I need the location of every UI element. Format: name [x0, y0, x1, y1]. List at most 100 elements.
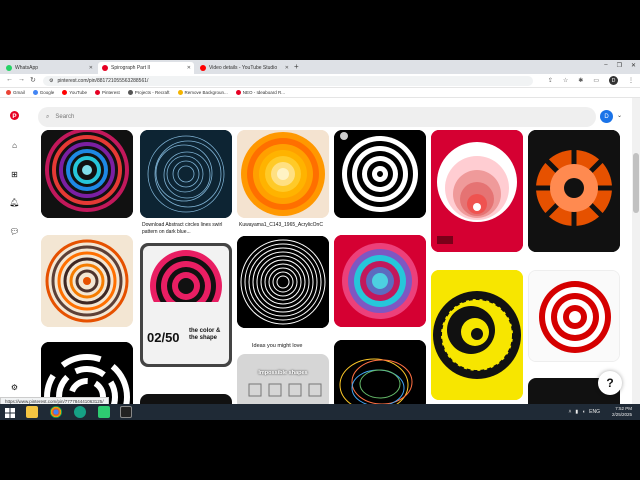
create-icon[interactable]: ⊞ — [10, 170, 19, 179]
bookmark-label: Google — [39, 90, 55, 95]
pin-image — [140, 130, 232, 218]
help-button[interactable]: ? — [598, 371, 622, 395]
network-icon[interactable]: ▮ — [575, 409, 578, 415]
messages-icon[interactable]: 💬︎ — [9, 227, 19, 236]
forward-icon[interactable]: → — [18, 76, 25, 83]
pin-card[interactable] — [431, 270, 523, 400]
poster-title: the color & the shape — [189, 328, 221, 341]
pin-image — [237, 236, 329, 328]
share-icon[interactable]: ⇪ — [548, 77, 553, 84]
pinterest-logo-icon[interactable]: P — [10, 111, 19, 120]
pin-card[interactable] — [431, 130, 523, 252]
recraft-icon — [127, 90, 133, 95]
extensions-icon[interactable]: ✱ — [578, 77, 583, 84]
new-tab-button[interactable]: + — [294, 62, 299, 71]
removebg-icon — [177, 90, 183, 95]
user-avatar[interactable]: D — [600, 110, 613, 123]
maximize-icon[interactable]: ❐ — [617, 62, 622, 69]
pin-caption[interactable]: Download Abstract circles lines swirl pa… — [142, 222, 234, 236]
bookmark-neo[interactable]: NEO - Ideaboard R... — [235, 90, 286, 95]
pin-image — [237, 130, 329, 218]
search-placeholder: Search — [55, 114, 75, 120]
bookmark-label: YouTube — [69, 90, 87, 95]
language-indicator[interactable]: ENG — [589, 409, 600, 415]
scrollbar-thumb[interactable] — [633, 153, 639, 213]
clock[interactable]: 7:52 PM 2/25/2025 — [612, 406, 632, 418]
pinterest-icon — [235, 90, 241, 95]
pin-card[interactable] — [140, 130, 232, 218]
pinterest-sidebar: P ⌂ ⊞ 🔔︎ 💬︎ ⚙ — [0, 98, 30, 410]
windows-start-icon[interactable] — [4, 406, 16, 418]
pin-card[interactable] — [237, 130, 329, 218]
pin-image — [41, 235, 133, 327]
pin-card[interactable] — [334, 130, 426, 218]
close-icon[interactable]: ✕ — [187, 65, 191, 71]
bookmark-google[interactable]: Google — [32, 90, 55, 95]
tab-spirograph[interactable]: Spirograph Part II ✕ — [98, 62, 194, 74]
bookmark-remove-bg[interactable]: Remove Backgroun... — [177, 90, 228, 95]
profile-avatar[interactable]: D — [609, 76, 618, 85]
app-icon[interactable] — [98, 406, 110, 418]
pin-caption[interactable]: Kuwayama1_C143_1965_AcrylicOnC — [239, 222, 334, 229]
window-controls: – ❐ ✕ — [604, 62, 636, 69]
capcut-icon[interactable] — [120, 406, 132, 418]
site-info-icon[interactable]: ⚙ — [49, 78, 53, 84]
volume-icon[interactable]: ◖ — [582, 409, 585, 415]
home-icon[interactable]: ⌂ — [10, 141, 19, 150]
close-icon[interactable]: ✕ — [89, 65, 93, 71]
bookmark-label: NEO - Ideaboard R... — [242, 90, 286, 95]
notifications-icon[interactable]: 🔔︎ — [9, 198, 19, 207]
file-explorer-icon[interactable] — [26, 406, 38, 418]
pin-card-poster[interactable]: 02/50 the color & the shape — [140, 243, 232, 367]
minimize-icon[interactable]: – — [604, 62, 607, 69]
close-window-icon[interactable]: ✕ — [631, 62, 636, 69]
pin-card[interactable] — [334, 235, 426, 327]
bookmark-label: Remove Backgroun... — [184, 90, 228, 95]
search-icon: ⌕ — [46, 113, 50, 120]
tab-strip: WhatsApp ✕ Spirograph Part II ✕ Video de… — [0, 60, 640, 74]
ideas-card[interactable]: Impossible shapes — [237, 354, 329, 410]
pinterest-icon — [102, 65, 108, 71]
bookmark-recraft[interactable]: Projects - Recraft — [127, 90, 170, 95]
chevron-up-icon[interactable]: ˄ — [568, 409, 571, 415]
pin-image — [529, 271, 619, 361]
app-icon[interactable] — [74, 406, 86, 418]
tab-youtube-studio[interactable]: Video details - YouTube Studio ✕ — [196, 62, 292, 74]
tab-whatsapp[interactable]: WhatsApp ✕ — [2, 62, 96, 74]
pin-card[interactable] — [528, 270, 620, 362]
reload-icon[interactable]: ↻ — [30, 76, 36, 84]
pin-grid: Download Abstract circles lines swirl pa… — [30, 130, 630, 410]
bookmark-gmail[interactable]: Gmail — [6, 90, 25, 95]
bookmark-star-icon[interactable]: ☆ — [563, 77, 568, 84]
pin-card[interactable] — [334, 340, 426, 410]
windows-taskbar: ˄ ▮ ◖ ENG 7:52 PM 2/25/2025 — [0, 404, 640, 420]
pin-card[interactable] — [528, 130, 620, 252]
screen: WhatsApp ✕ Spirograph Part II ✕ Video de… — [0, 60, 640, 420]
scrollbar-track[interactable] — [632, 98, 640, 410]
bookmark-pinterest[interactable]: Pinterest — [94, 90, 120, 95]
impossible-shapes-image — [248, 383, 322, 397]
close-icon[interactable]: ✕ — [285, 65, 289, 71]
pin-card[interactable] — [41, 235, 133, 327]
bookmark-label: Pinterest — [101, 90, 120, 95]
pin-image — [431, 130, 523, 252]
tab-label: WhatsApp — [15, 65, 39, 71]
search-bar[interactable]: ⌕ Search — [38, 107, 596, 127]
pin-image — [334, 340, 426, 410]
chevron-down-icon[interactable]: ⌄ — [617, 112, 622, 119]
pin-image — [41, 130, 133, 218]
poster-number: 02/50 — [147, 330, 180, 345]
sidebar-icon[interactable]: ▭ — [593, 77, 599, 84]
address-bar[interactable]: ⚙ pinterest.com/pin/881721055563288561/ — [43, 76, 533, 86]
back-icon[interactable]: ← — [6, 76, 13, 83]
chrome-icon[interactable] — [50, 406, 62, 418]
bookmark-youtube[interactable]: YouTube — [62, 90, 87, 95]
pin-image — [431, 270, 523, 400]
youtube-icon — [200, 65, 206, 71]
pin-card[interactable] — [41, 130, 133, 218]
menu-icon[interactable]: ⋮ — [628, 77, 634, 84]
browser-toolbar: ← → ↻ ⚙ pinterest.com/pin/88172105556328… — [0, 74, 640, 88]
poster: 02/50 the color & the shape — [143, 246, 229, 364]
pin-card[interactable] — [237, 236, 329, 328]
settings-icon[interactable]: ⚙ — [10, 383, 19, 392]
